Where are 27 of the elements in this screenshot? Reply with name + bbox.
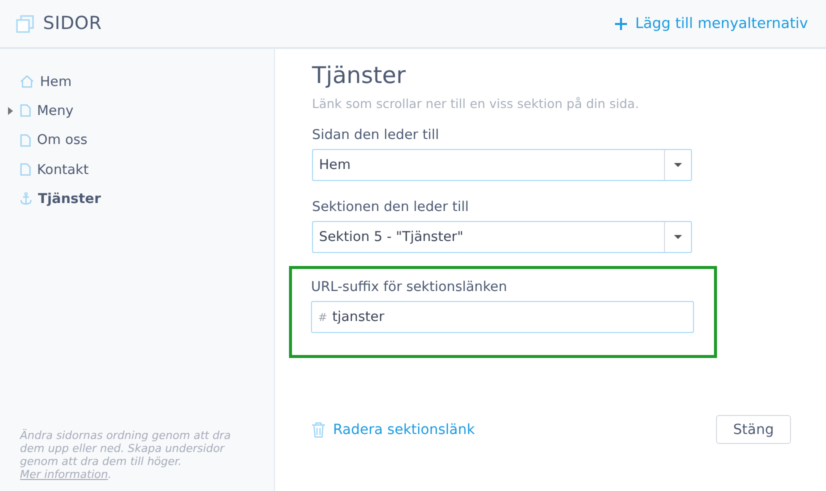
close-button[interactable]: Stäng [716,415,791,444]
home-icon [20,75,34,88]
panel-subtitle: Länk som scrollar ner till en viss sektion på din sida. [312,96,640,111]
plus-icon [615,18,628,30]
dropdown[interactable]: Sektion 5 - "Tjänster" [312,221,692,253]
sidebar-item[interactable]: Kontakt [0,154,274,184]
pages-icon [16,14,34,32]
anchor-icon [20,192,32,206]
sidebar-item[interactable]: Hem [0,67,274,96]
caret-icon [674,163,682,167]
sidebar-item[interactable]: Tjänster [0,184,274,214]
panel-title: Tjänster [312,62,407,91]
help-text: Ändra sidornas ordning genom att dra dem upp eller ned. Skapa undersidor genom att dra dem till höger. Mer information. [18,429,232,481]
input-field[interactable]: # tjanster [311,301,694,333]
sidebar-item[interactable]: Meny [0,96,274,126]
trash-icon [312,422,325,438]
caret-icon [674,235,682,239]
expand-arrow-icon[interactable] [8,106,13,115]
field-label: Sidan den leder till [312,127,440,143]
sidebar-item[interactable]: Om oss [0,126,274,155]
section-title: SIDOR [43,13,102,34]
page-icon [20,104,31,118]
page-icon [20,163,31,176]
field-label: Sektionen den leder till [312,199,470,215]
page-icon [20,134,31,147]
field-label: URL-suffix för sektionslänken [311,279,508,295]
dropdown[interactable]: Hem [312,149,692,181]
